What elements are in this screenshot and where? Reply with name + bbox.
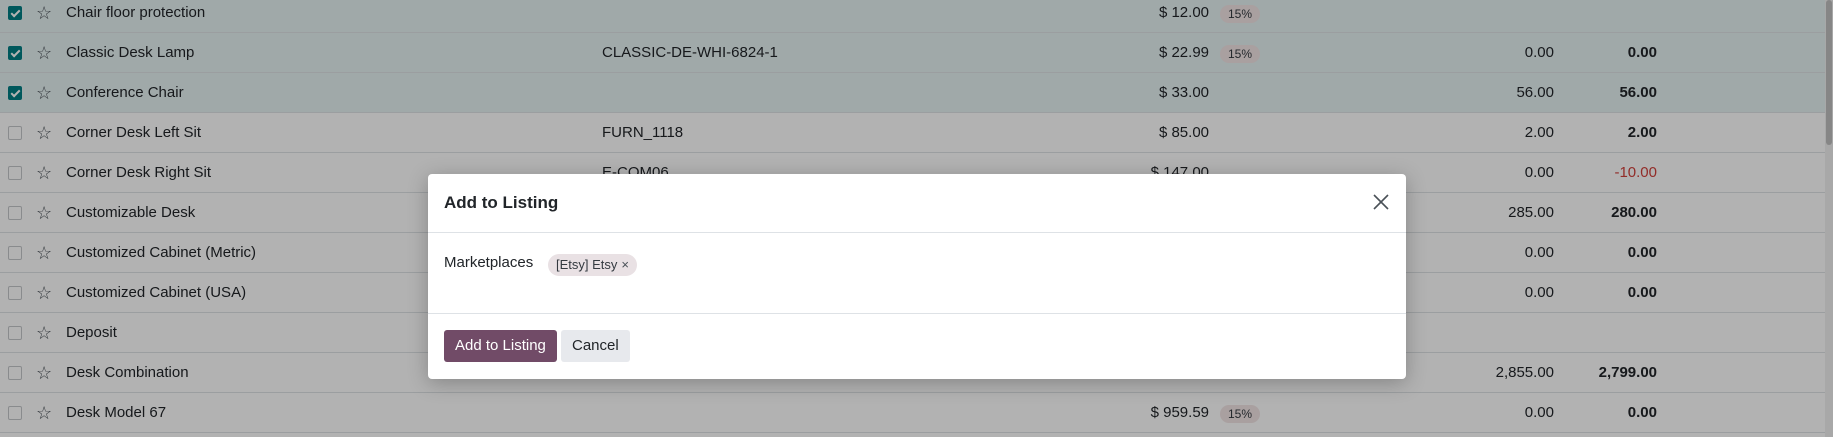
add-to-listing-button[interactable]: Add to Listing bbox=[444, 330, 557, 362]
dialog-body: Marketplaces [Etsy] Etsy × bbox=[428, 233, 1406, 314]
marketplace-tag-label: [Etsy] Etsy bbox=[556, 257, 618, 272]
remove-tag-icon[interactable]: × bbox=[621, 257, 629, 272]
marketplaces-label: Marketplaces bbox=[444, 254, 534, 271]
dialog-footer: Add to Listing Cancel bbox=[428, 314, 1406, 379]
dialog-title: Add to Listing bbox=[444, 193, 559, 212]
add-to-listing-dialog: Add to Listing Marketplaces [Etsy] Etsy ×… bbox=[428, 174, 1406, 379]
dialog-header: Add to Listing bbox=[428, 174, 1406, 233]
cancel-button[interactable]: Cancel bbox=[561, 330, 630, 362]
close-icon[interactable] bbox=[1370, 191, 1392, 213]
marketplace-tag[interactable]: [Etsy] Etsy × bbox=[548, 254, 637, 276]
